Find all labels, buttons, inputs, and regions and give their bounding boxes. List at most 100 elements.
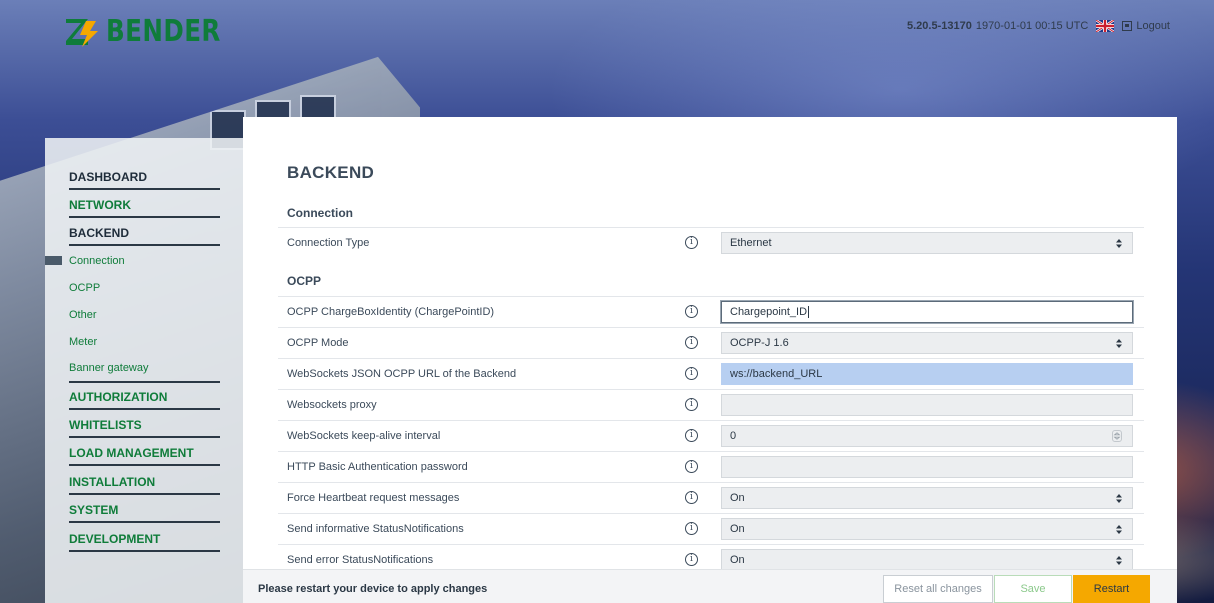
sidebar-item-system[interactable]: SYSTEM bbox=[69, 503, 220, 523]
input-value: ws://backend_URL bbox=[730, 368, 823, 380]
websocket-url-input[interactable]: ws://backend_URL bbox=[721, 363, 1133, 385]
informative-status-select[interactable]: On bbox=[721, 518, 1133, 540]
logout-icon bbox=[1122, 21, 1133, 31]
sidebar-item-installation[interactable]: INSTALLATION bbox=[69, 475, 220, 495]
info-icon[interactable]: i bbox=[685, 491, 698, 504]
settings-row-websockets-proxy: Websockets proxy i bbox=[278, 389, 1144, 420]
connection-type-select[interactable]: Ethernet bbox=[721, 232, 1133, 254]
section-title-connection: Connection bbox=[287, 206, 353, 220]
info-icon[interactable]: i bbox=[685, 522, 698, 535]
restart-notice-bar: Please restart your device to apply chan… bbox=[243, 569, 1177, 603]
sidebar-item-whitelists[interactable]: WHITELISTS bbox=[69, 418, 220, 438]
sidebar-item-label: SYSTEM bbox=[69, 503, 119, 517]
settings-row-informative-status: Send informative StatusNotifications i O… bbox=[278, 513, 1144, 544]
firmware-version: 5.20.5-13170 bbox=[906, 20, 972, 32]
sidebar-item-label: AUTHORIZATION bbox=[69, 390, 168, 404]
settings-row-chargeboxidentity: OCPP ChargeBoxIdentity (ChargePointID) i… bbox=[278, 296, 1144, 327]
number-stepper-icon[interactable] bbox=[1112, 430, 1122, 442]
sidebar-item-label: WHITELISTS bbox=[69, 418, 142, 432]
select-caret-icon bbox=[1116, 525, 1122, 534]
setting-label: Send error StatusNotifications bbox=[287, 554, 434, 566]
input-value: Chargepoint_ID bbox=[730, 306, 808, 318]
bender-logo: BENDER bbox=[66, 14, 246, 49]
page-title: BACKEND bbox=[287, 163, 375, 182]
info-icon[interactable]: i bbox=[685, 429, 698, 442]
info-icon[interactable]: i bbox=[685, 305, 698, 318]
settings-row-ocpp-mode: OCPP Mode i OCPP-J 1.6 bbox=[278, 327, 1144, 358]
keepalive-interval-input[interactable]: 0 bbox=[721, 425, 1133, 447]
select-value: On bbox=[730, 492, 745, 504]
sidebar-subitem-label: Banner gateway bbox=[69, 362, 149, 374]
sidebar-item-label: NETWORK bbox=[69, 198, 131, 212]
system-datetime: 1970-01-01 00:15 UTC bbox=[975, 20, 1089, 32]
sidebar-subitem-banner-gateway[interactable]: Banner gateway bbox=[69, 362, 149, 374]
sidebar-subitem-connection[interactable]: Connection bbox=[45, 255, 125, 267]
text-cursor bbox=[808, 306, 810, 318]
sidebar-item-development[interactable]: DEVELOPMENT bbox=[69, 532, 220, 552]
sidebar-item-label: DEVELOPMENT bbox=[69, 532, 161, 546]
reset-all-changes-button[interactable]: Reset all changes bbox=[883, 575, 993, 603]
select-caret-icon bbox=[1116, 239, 1122, 248]
sidebar-subitem-label: OCPP bbox=[69, 282, 101, 294]
sidebar-item-label: LOAD MANAGEMENT bbox=[69, 446, 194, 460]
sidebar-subitem-label: Meter bbox=[69, 336, 98, 348]
section-title-ocpp: OCPP bbox=[287, 274, 322, 288]
info-icon[interactable]: i bbox=[685, 460, 698, 473]
uk-flag-icon[interactable] bbox=[1095, 19, 1116, 33]
bender-logo-mark bbox=[66, 17, 100, 47]
setting-label: Force Heartbeat request messages bbox=[287, 492, 460, 504]
sidebar-subitem-label: Other bbox=[69, 309, 97, 321]
sidebar-item-label: DASHBOARD bbox=[69, 170, 147, 184]
info-icon[interactable]: i bbox=[685, 367, 698, 380]
main-panel: BACKEND Connection Connection Type i Eth… bbox=[243, 117, 1177, 603]
restart-message: Please restart your device to apply chan… bbox=[258, 583, 488, 595]
setting-label: Websockets proxy bbox=[287, 399, 377, 411]
setting-label: Send informative StatusNotifications bbox=[287, 523, 464, 535]
info-icon[interactable]: i bbox=[685, 553, 698, 566]
info-icon[interactable]: i bbox=[685, 236, 698, 249]
sidebar-item-dashboard[interactable]: DASHBOARD bbox=[69, 170, 220, 190]
logout-label: Logout bbox=[1136, 20, 1170, 32]
sidebar-subitem-meter[interactable]: Meter bbox=[69, 336, 97, 348]
http-password-input[interactable] bbox=[721, 456, 1133, 478]
sidebar: DASHBOARD NETWORK BACKEND Connection OCP… bbox=[45, 138, 243, 603]
sidebar-item-label: INSTALLATION bbox=[69, 475, 156, 489]
settings-row-force-heartbeat: Force Heartbeat request messages i On bbox=[278, 482, 1144, 513]
settings-row-keepalive: WebSockets keep-alive interval i 0 bbox=[278, 420, 1144, 451]
sidebar-subitem-other[interactable]: Other bbox=[69, 309, 97, 321]
error-status-select[interactable]: On bbox=[721, 549, 1133, 571]
select-caret-icon bbox=[1116, 494, 1122, 503]
select-value: OCPP-J 1.6 bbox=[730, 337, 789, 349]
setting-label: WebSockets JSON OCPP URL of the Backend bbox=[287, 368, 517, 380]
select-caret-icon bbox=[1116, 339, 1122, 348]
sidebar-item-backend[interactable]: BACKEND bbox=[69, 226, 220, 246]
setting-label: HTTP Basic Authentication password bbox=[287, 461, 468, 473]
sidebar-item-load-management[interactable]: LOAD MANAGEMENT bbox=[69, 446, 220, 466]
restart-button[interactable]: Restart bbox=[1073, 575, 1150, 603]
sidebar-item-network[interactable]: NETWORK bbox=[69, 198, 220, 218]
input-value: 0 bbox=[730, 430, 737, 442]
select-value: Ethernet bbox=[730, 237, 772, 249]
chargeboxidentity-input[interactable]: Chargepoint_ID bbox=[720, 300, 1134, 324]
websockets-proxy-input[interactable] bbox=[721, 394, 1133, 416]
force-heartbeat-select[interactable]: On bbox=[721, 487, 1133, 509]
info-icon[interactable]: i bbox=[685, 336, 698, 349]
sidebar-item-authorization[interactable]: AUTHORIZATION bbox=[69, 390, 220, 410]
sidebar-item-label: BACKEND bbox=[69, 226, 129, 240]
logout-button[interactable]: Logout bbox=[1122, 20, 1170, 32]
sidebar-divider bbox=[69, 381, 220, 383]
setting-label: WebSockets keep-alive interval bbox=[287, 430, 441, 442]
info-icon[interactable]: i bbox=[685, 398, 698, 411]
settings-row-websocket-url: WebSockets JSON OCPP URL of the Backend … bbox=[278, 358, 1144, 389]
settings-row-http-password: HTTP Basic Authentication password i bbox=[278, 451, 1144, 482]
select-caret-icon bbox=[1116, 556, 1122, 565]
ocpp-mode-select[interactable]: OCPP-J 1.6 bbox=[721, 332, 1133, 354]
setting-label: OCPP Mode bbox=[287, 337, 349, 349]
header-status: 5.20.5-13170 1970-01-01 00:15 UTC Logout bbox=[906, 19, 1170, 33]
settings-row-connection-type: Connection Type i Ethernet bbox=[278, 227, 1144, 258]
sidebar-subitem-ocpp[interactable]: OCPP bbox=[69, 282, 100, 294]
save-button[interactable]: Save bbox=[994, 575, 1072, 603]
sidebar-subitem-label: Connection bbox=[69, 255, 125, 267]
setting-label: Connection Type bbox=[287, 237, 370, 249]
logo-text: BENDER bbox=[106, 14, 221, 49]
